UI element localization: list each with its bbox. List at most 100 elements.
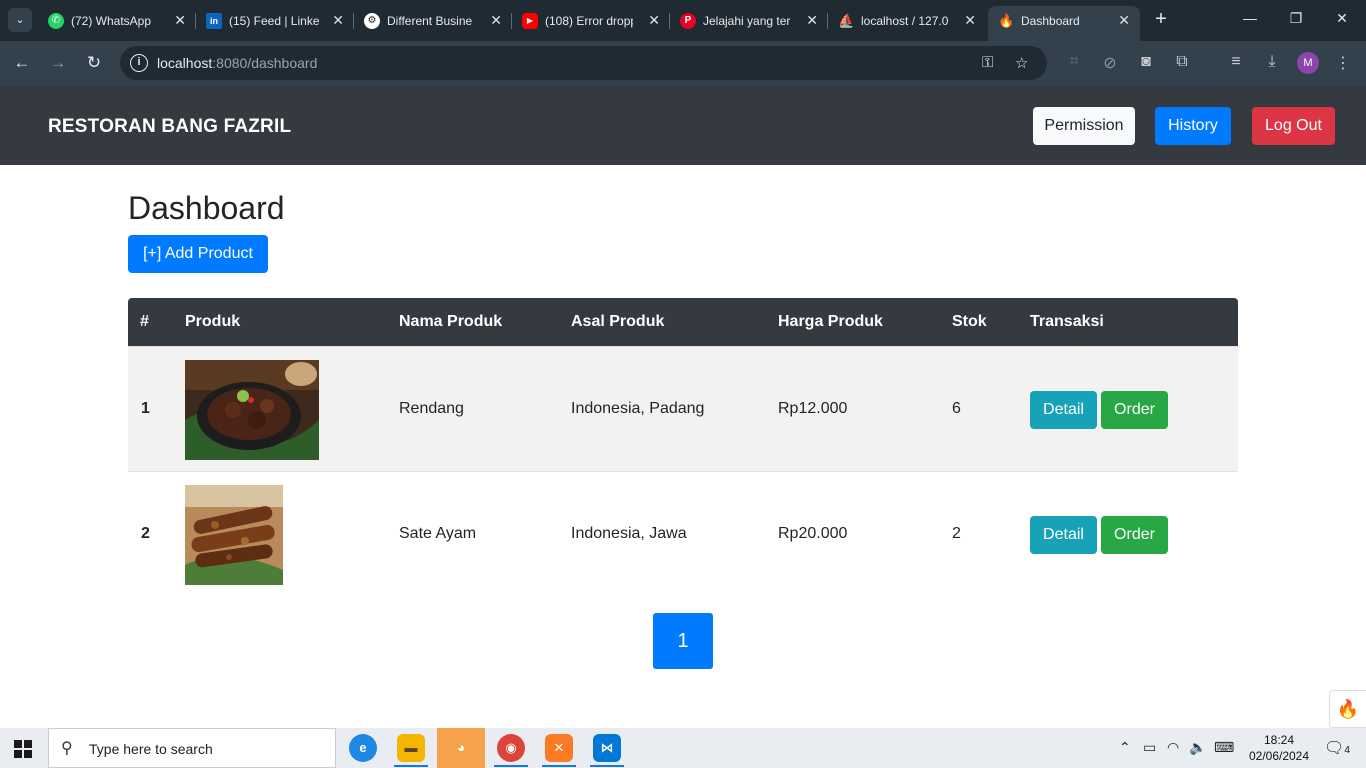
product-origin: Indonesia, Padang [571,400,705,417]
tab-phpmyadmin[interactable]: ⛵ localhost / 127.0 ✕ [828,6,986,35]
pagination-page-1[interactable]: 1 [653,613,713,669]
media-queue-icon[interactable]: ≡ [1225,53,1247,71]
product-origin: Indonesia, Jawa [571,525,687,542]
file-explorer-icon[interactable]: ▬ [397,734,425,762]
restore-icon[interactable]: ❐ [1286,10,1306,27]
header-asal-produk: Asal Produk [571,313,665,330]
close-icon[interactable]: ✕ [174,12,186,29]
active-app-indicator [542,765,576,767]
taskbar-search-box[interactable]: ⚲ Type here to search [48,728,336,768]
menu-kebab-icon[interactable]: ⋮ [1332,53,1354,73]
header-stok: Stok [952,313,987,330]
linkedin-icon: in [206,13,222,29]
discord-icon[interactable]: ◕ [437,728,485,768]
url-text[interactable]: localhost:8080/dashboard [157,55,317,71]
product-name: Sate Ayam [399,525,477,542]
tab-label: Jelajahi yang ter [703,14,791,28]
close-icon[interactable]: ✕ [648,12,660,29]
volume-icon[interactable]: 🔈 [1189,739,1206,756]
chrome-icon[interactable]: ◉ [497,734,525,762]
search-icon: ⚲ [61,740,73,757]
keyboard-icon[interactable]: ⌨ [1214,739,1234,756]
permission-button[interactable]: Permission [1033,107,1135,145]
battery-icon[interactable]: ▭ [1143,739,1156,756]
tab-youtube[interactable]: ▶ (108) Error dropp ✕ [512,6,670,35]
bookmark-star-icon[interactable]: ☆ [1015,54,1028,72]
notification-count: 4 [1344,745,1350,756]
youtube-icon: ▶ [522,13,538,29]
back-arrow-icon[interactable]: ← [10,52,34,74]
taskbar-clock[interactable]: 18:24 02/06/2024 [1248,732,1310,764]
site-info-icon[interactable]: i [130,54,148,72]
xampp-icon[interactable]: ✕ [545,734,573,762]
debug-toolbar-flame-icon[interactable]: 🔥 [1329,690,1366,728]
close-icon[interactable]: ✕ [964,12,976,29]
download-icon[interactable]: ⤓ [1261,53,1283,71]
tab-label: (108) Error dropp [545,14,633,28]
tab-linkedin[interactable]: in (15) Feed | Linke ✕ [196,6,354,35]
pinterest-icon: P [680,13,696,29]
table-header: # Produk Nama Produk Asal Produk Harga P… [128,298,1238,346]
header-nama-produk: Nama Produk [399,313,503,330]
header-produk: Produk [185,313,241,330]
order-button[interactable]: Order [1101,516,1168,554]
brand-title[interactable]: RESTORAN BANG FAZRIL [48,116,291,138]
windows-start-icon[interactable] [14,740,32,758]
logout-button[interactable]: Log Out [1252,107,1335,145]
table-row: 2 Sate Ayam Indonesia, Jawa Rp20.000 2 D… [128,471,1238,596]
header-harga-produk: Harga Produk [778,313,883,330]
profile-avatar[interactable]: M [1297,52,1319,74]
order-button[interactable]: Order [1101,391,1168,429]
forward-arrow-icon[interactable]: → [46,52,70,74]
close-icon[interactable]: ✕ [1118,12,1130,29]
tray-chevron-up-icon[interactable]: ⌃ [1119,739,1131,756]
codeigniter-icon: 🔥 [998,13,1015,28]
window-close-icon[interactable]: ✕ [1332,10,1352,27]
reload-icon[interactable]: ↻ [82,52,106,74]
url-path: :8080/dashboard [212,55,318,71]
close-icon[interactable]: ✕ [490,12,502,29]
phpmyadmin-icon: ⛵ [838,13,855,28]
detail-button[interactable]: Detail [1030,516,1097,554]
minimize-icon[interactable]: — [1240,10,1260,26]
active-app-indicator [394,765,428,767]
rendang-image [185,360,319,460]
compass-icon[interactable]: ⊘ [1099,53,1121,73]
add-product-button[interactable]: [+] Add Product [128,235,268,273]
active-app-indicator [590,765,624,767]
tab-label: Dashboard [1021,14,1080,28]
wifi-icon[interactable]: ◠ [1167,739,1179,756]
camera-icon[interactable]: ◙ [1135,53,1157,71]
header-number: # [140,313,149,330]
edge-icon[interactable]: e [349,734,377,762]
tab-different-business[interactable]: ⚙ Different Busine ✕ [354,6,512,35]
detail-button[interactable]: Detail [1030,391,1097,429]
browser-tab-strip: ⌄ ✆ (72) WhatsApp ✕ in (15) Feed | Linke… [0,0,1366,41]
close-icon[interactable]: ✕ [332,12,344,29]
tab-pinterest[interactable]: P Jelajahi yang ter ✕ [670,6,828,35]
chatgpt-icon: ⚙ [364,13,380,29]
tab-search-chevron-icon[interactable]: ⌄ [8,8,32,32]
tab-label: (15) Feed | Linke [229,14,320,28]
extension-grid-icon[interactable]: ⌗ [1063,53,1085,71]
tab-dashboard[interactable]: 🔥 Dashboard ✕ [988,6,1140,41]
password-key-icon[interactable]: ⚿ [982,54,993,71]
product-stock: 2 [952,525,961,542]
vscode-icon[interactable]: ⋈ [593,734,621,762]
extensions-puzzle-icon[interactable]: ⧉ [1171,53,1193,71]
notification-center-icon[interactable]: 🗨4 [1324,738,1350,758]
table-row: 1 Rendang Indonesia, Padang Rp12.000 6 D… [128,346,1238,471]
new-tab-plus-icon[interactable]: + [1150,8,1172,32]
products-table: # Produk Nama Produk Asal Produk Harga P… [128,298,1238,596]
tab-label: (72) WhatsApp [71,14,152,28]
address-bar[interactable]: i localhost:8080/dashboard ⚿ ☆ [120,46,1047,80]
tab-label: localhost / 127.0 [861,14,949,28]
clock-date: 02/06/2024 [1248,749,1310,763]
active-app-indicator [494,765,528,767]
url-host: localhost [157,55,213,71]
product-price: Rp12.000 [778,400,848,417]
row-number: 1 [141,400,150,417]
tab-whatsapp[interactable]: ✆ (72) WhatsApp ✕ [38,6,196,35]
close-icon[interactable]: ✕ [806,12,818,29]
history-button[interactable]: History [1155,107,1231,145]
